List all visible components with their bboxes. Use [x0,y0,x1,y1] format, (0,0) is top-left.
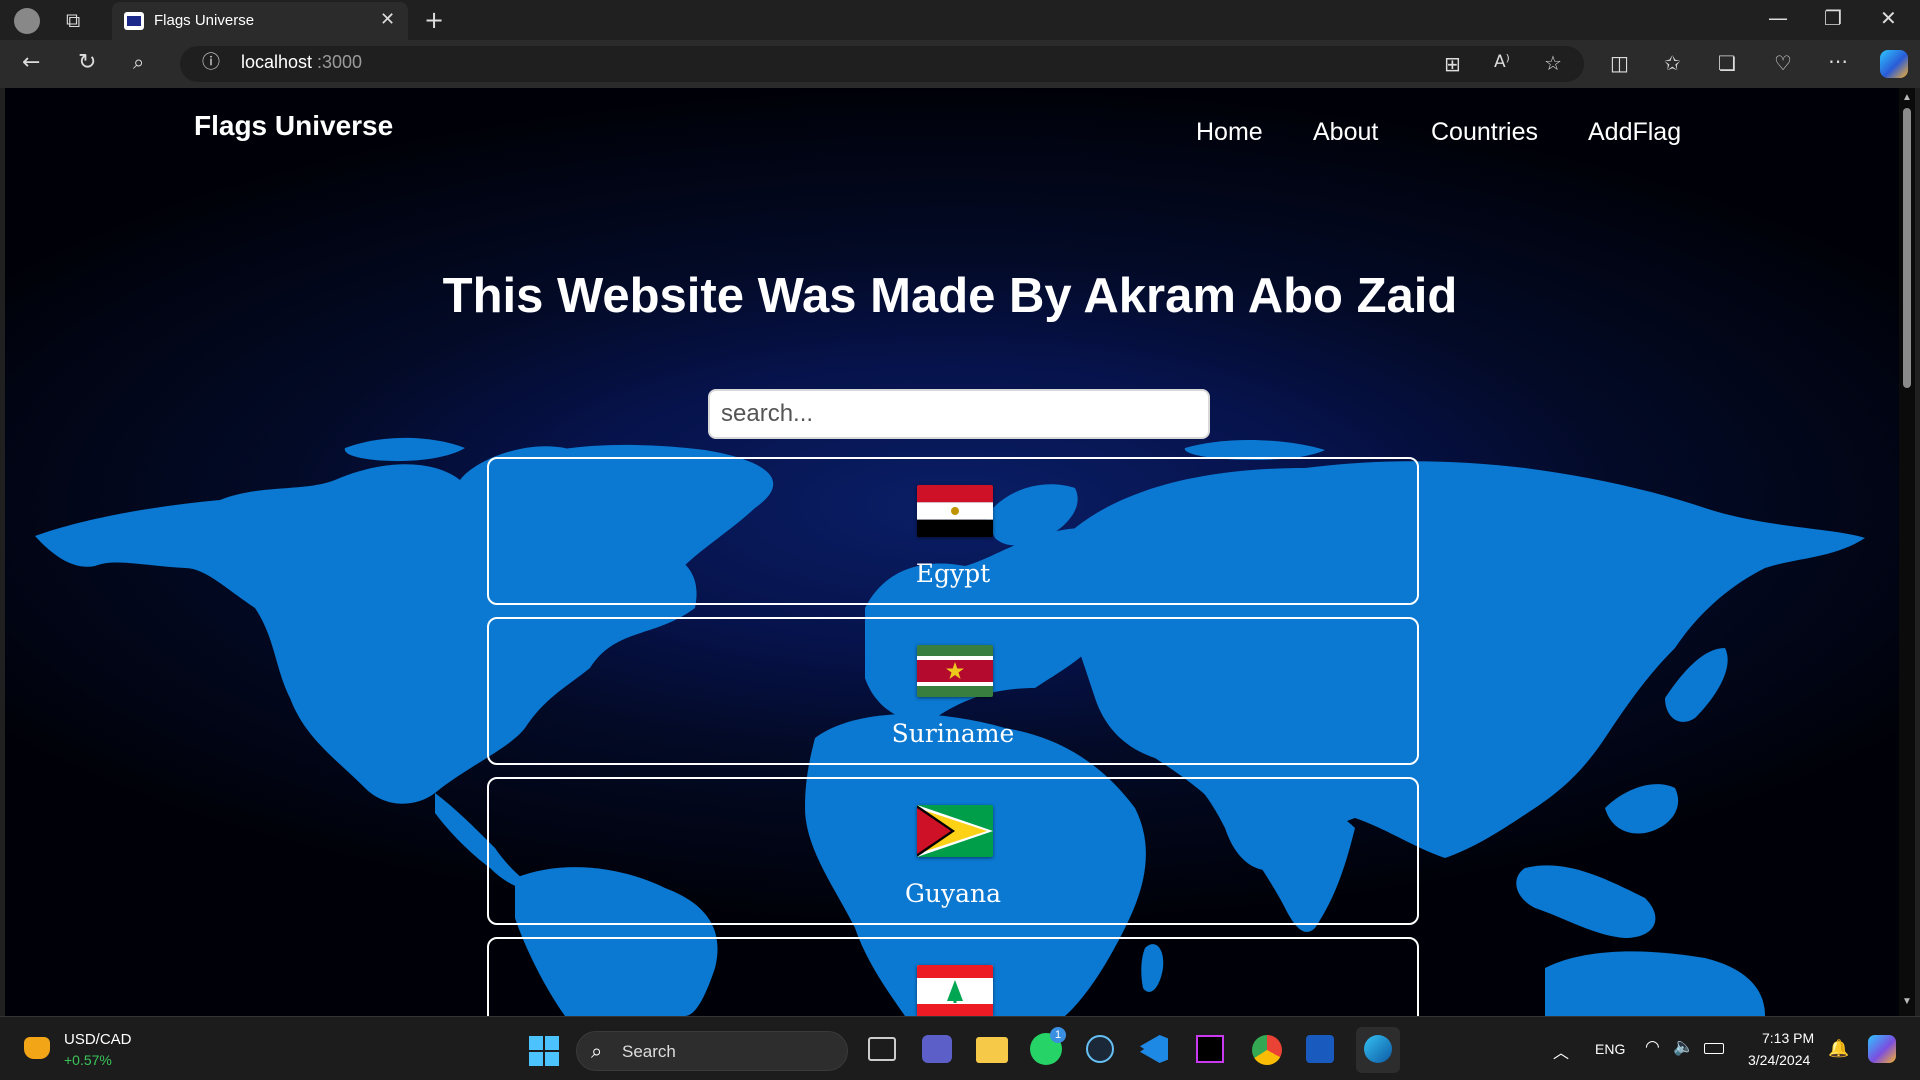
clock-time[interactable]: 7:13 PM [1762,1030,1814,1046]
country-name: Suriname [891,719,1015,748]
whatsapp-badge: 1 [1050,1027,1066,1043]
tab-title: Flags Universe [154,12,255,29]
stock-widget-icon[interactable] [24,1037,50,1059]
steam-icon[interactable] [1086,1035,1114,1063]
country-name: Guyana [904,879,1002,908]
file-explorer-icon[interactable] [976,1037,1008,1063]
egypt-flag-icon [917,485,993,537]
vscode-icon[interactable] [1140,1035,1168,1063]
nav-addflag[interactable]: AddFlag [1588,118,1681,147]
profile-avatar-icon[interactable] [14,8,40,34]
split-screen-icon[interactable]: ◫ [1610,53,1629,73]
scroll-up-arrow-icon[interactable]: ▲ [1902,92,1912,103]
teams-icon[interactable] [922,1035,952,1063]
ticker-change: +0.57% [64,1052,112,1068]
tray-overflow-icon[interactable]: ︿ [1553,1039,1569,1063]
read-aloud-icon[interactable]: A⁾ [1494,54,1510,71]
lebanon-flag-icon [917,965,993,1016]
start-windows-icon[interactable] [529,1036,559,1066]
country-card[interactable]: Suriname [487,617,1419,765]
collections-icon[interactable]: ❏ [1718,53,1736,73]
browser-essentials-icon[interactable]: ♡ [1774,53,1792,73]
search-icon[interactable]: ⌕ [133,52,144,72]
tab-actions-icon[interactable]: ⧉ [66,10,80,30]
app-available-icon[interactable]: ⊞ [1444,54,1461,74]
taskbar-search-icon: ⌕ [591,1039,603,1063]
suriname-flag-icon [917,645,993,697]
wifi-icon[interactable]: ◠ [1645,1037,1660,1057]
close-window-icon[interactable]: ✕ [1880,8,1897,28]
refresh-icon[interactable]: ↻ [78,52,96,74]
taskbar-search-box[interactable]: ⌕ Search [576,1031,848,1071]
nav-home[interactable]: Home [1196,118,1263,147]
browser-toolbar: ← ↻ ⌕ ⓘ localhost :3000 ⊞ A⁾ ☆ ◫ ✩ ❏ ♡ ⋯ [0,40,1920,88]
windows-taskbar: USD/CAD +0.57% ⌕ Search 1 ︿ ENG ◠ 🔈 7:13… [0,1016,1920,1080]
address-bar[interactable]: ⓘ [180,46,1584,82]
favorite-star-icon[interactable]: ☆ [1544,53,1562,73]
browser-tab-bar: ⧉ Flags Universe ✕ + — ❐ ✕ [0,0,1920,40]
settings-more-icon[interactable]: ⋯ [1828,51,1848,71]
chrome-icon[interactable] [1252,1035,1282,1065]
guyana-flag-icon [917,805,993,857]
country-card[interactable]: Egypt [487,457,1419,605]
taskbar-search-label: Search [622,1042,676,1061]
notification-bell-icon[interactable]: 🔔 [1828,1039,1849,1059]
restore-icon[interactable]: ❐ [1824,8,1842,28]
minimize-icon[interactable]: — [1768,8,1788,28]
intellij-icon[interactable] [1196,1035,1224,1063]
page-viewport: Flags Universe Home About Countries AddF… [5,88,1899,1016]
search-input[interactable] [708,389,1210,439]
page-scrollbar[interactable]: ▲ ▼ [1899,88,1915,1016]
country-card[interactable] [487,937,1419,1016]
nav-about[interactable]: About [1313,118,1378,147]
country-card[interactable]: Guyana [487,777,1419,925]
site-brand[interactable]: Flags Universe [194,110,393,142]
scrollbar-thumb[interactable] [1903,108,1911,388]
clock-date[interactable]: 3/24/2024 [1748,1052,1810,1068]
favorites-icon[interactable]: ✩ [1664,53,1681,73]
nav-countries[interactable]: Countries [1431,118,1538,147]
ticker-name[interactable]: USD/CAD [64,1031,132,1048]
back-icon[interactable]: ← [22,52,40,74]
close-tab-icon[interactable]: ✕ [380,9,395,30]
copilot-taskbar-icon[interactable] [1868,1035,1896,1063]
task-view-icon[interactable] [868,1037,896,1061]
page-title: This Website Was Made By Akram Abo Zaid [442,269,1458,323]
tab-flags-universe[interactable]: Flags Universe ✕ [112,2,408,40]
country-name: Egypt [915,559,991,588]
scroll-down-arrow-icon[interactable]: ▼ [1902,996,1912,1007]
copilot-icon[interactable] [1880,50,1908,78]
word-icon[interactable] [1306,1035,1334,1063]
edge-icon[interactable] [1356,1027,1400,1073]
site-favicon-icon [124,12,144,30]
url-port[interactable]: :3000 [317,52,362,73]
url-host[interactable]: localhost [241,52,312,73]
site-info-icon[interactable]: ⓘ [202,54,220,72]
language-indicator[interactable]: ENG [1595,1041,1625,1057]
new-tab-icon[interactable]: + [424,8,444,32]
battery-icon[interactable] [1704,1043,1724,1054]
volume-icon[interactable]: 🔈 [1673,1037,1694,1057]
